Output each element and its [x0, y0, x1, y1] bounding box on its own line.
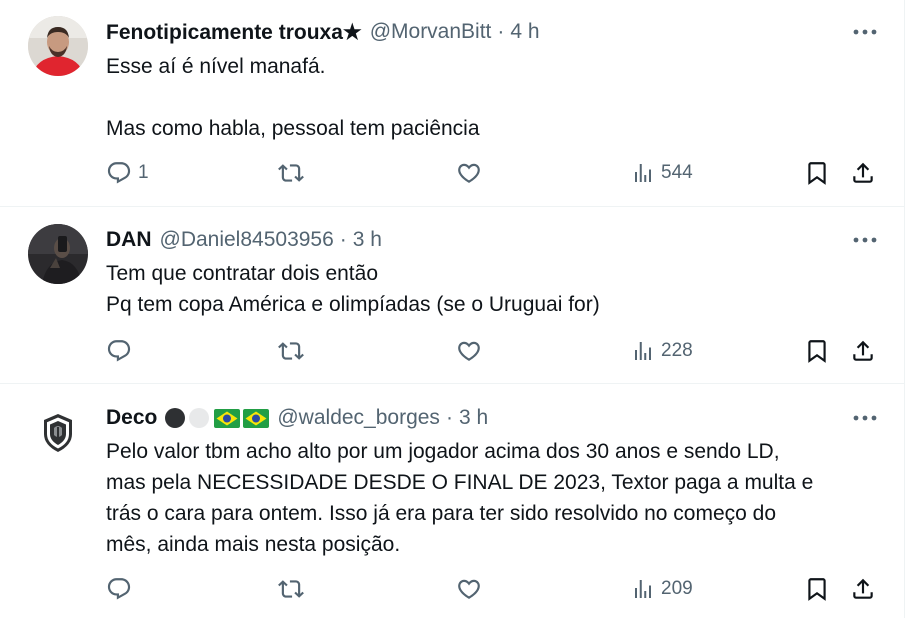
bookmark-icon	[808, 340, 826, 363]
share-icon	[853, 578, 873, 599]
retweet-button[interactable]	[278, 157, 310, 189]
action-bar: 1 544	[106, 157, 886, 189]
user-handle[interactable]: @Daniel84503956	[160, 228, 334, 252]
share-button[interactable]	[850, 335, 876, 367]
tweet-text-line: mês, ainda mais nesta posição.	[106, 533, 401, 556]
display-name[interactable]: Deco	[106, 406, 157, 430]
more-options-icon	[853, 29, 877, 35]
views-button[interactable]: 209	[631, 573, 693, 605]
tweet-text: Esse aí é nível manafá. Mas como habla, …	[106, 51, 866, 144]
tweet-text-line: Pq tem copa América e olimpíadas (se o U…	[106, 293, 600, 316]
tweet-text-line: Mas como habla, pessoal tem paciência	[106, 117, 480, 140]
tweet-text: Pelo valor tbm acho alto por um jogador …	[106, 436, 866, 560]
views-button[interactable]: 228	[631, 335, 693, 367]
avatar[interactable]	[28, 402, 88, 462]
like-icon	[458, 341, 480, 361]
action-bar: 228	[106, 335, 886, 367]
view-count: 209	[661, 578, 693, 599]
retweet-button[interactable]	[278, 573, 310, 605]
retweet-icon	[278, 580, 304, 598]
reply-button[interactable]	[106, 335, 138, 367]
separator-dot: ·	[339, 228, 347, 251]
views-icon	[635, 164, 651, 182]
tweet-text-line: trás o cara para ontem. Isso já era para…	[106, 502, 777, 525]
tweet-text-line	[106, 82, 866, 113]
avatar-photo	[28, 224, 88, 284]
tweet-text-line: Tem que contratar dois então	[106, 262, 378, 285]
reply-icon	[107, 340, 131, 362]
share-icon	[853, 340, 873, 361]
views-icon	[635, 342, 651, 360]
like-icon	[458, 579, 480, 599]
view-count: 228	[661, 340, 693, 361]
retweet-icon	[278, 164, 304, 182]
display-name[interactable]: DAN	[106, 228, 152, 252]
avatar[interactable]	[28, 16, 88, 76]
view-count: 544	[661, 162, 693, 183]
more-options-button[interactable]	[848, 18, 882, 46]
separator-dot: ·	[497, 20, 505, 43]
bookmark-icon	[808, 162, 826, 185]
brazil-flag-emoji	[214, 408, 241, 428]
tweet-text-line: Esse aí é nível manafá.	[106, 55, 326, 78]
tweet[interactable]: Fenotipicamente trouxa★ @MorvanBitt · 4 …	[0, 0, 904, 207]
share-icon	[853, 162, 873, 183]
retweet-button[interactable]	[278, 335, 310, 367]
bookmark-button[interactable]	[804, 573, 830, 605]
timestamp[interactable]: 4 h	[510, 20, 539, 44]
avatar[interactable]	[28, 224, 88, 284]
more-options-button[interactable]	[848, 404, 882, 432]
retweet-icon	[278, 342, 304, 360]
tweet-text-line: Pelo valor tbm acho alto por um jogador …	[106, 440, 780, 463]
bookmark-button[interactable]	[804, 157, 830, 189]
brazil-flag-emoji	[243, 408, 270, 428]
bookmark-icon	[808, 578, 826, 601]
share-button[interactable]	[850, 157, 876, 189]
tweet-text-line: mas pela NECESSIDADE DESDE O FINAL DE 20…	[106, 471, 814, 494]
reply-count: 1	[138, 162, 149, 183]
reply-icon	[107, 578, 131, 600]
like-button[interactable]	[456, 335, 488, 367]
tweet-text: Tem que contratar dois então Pq tem copa…	[106, 258, 866, 320]
user-handle[interactable]: @waldec_borges	[277, 406, 440, 430]
user-handle[interactable]: @MorvanBitt	[370, 20, 492, 44]
timestamp[interactable]: 3 h	[459, 406, 488, 430]
reply-feed: Fenotipicamente trouxa★ @MorvanBitt · 4 …	[0, 0, 905, 618]
tweet[interactable]: DAN @Daniel84503956 · 3 h Tem que contra…	[0, 207, 904, 384]
black-circle-emoji	[165, 408, 186, 428]
tweet-header: Fenotipicamente trouxa★ @MorvanBitt · 4 …	[106, 18, 540, 46]
bookmark-button[interactable]	[804, 335, 830, 367]
views-button[interactable]: 544	[631, 157, 693, 189]
avatar-photo	[28, 16, 88, 76]
white-circle-emoji	[189, 408, 210, 428]
like-button[interactable]	[456, 157, 488, 189]
shield-logo-icon	[28, 402, 88, 462]
tweet-header: DAN @Daniel84503956 · 3 h	[106, 226, 382, 254]
like-icon	[458, 163, 480, 183]
views-icon	[635, 580, 651, 598]
reply-button[interactable]: 1	[106, 157, 149, 189]
tweet[interactable]: Deco @waldec_borges · 3 h Pelo valor tbm…	[0, 384, 904, 618]
display-name[interactable]: Fenotipicamente trouxa★	[106, 20, 362, 45]
tweet-header: Deco @waldec_borges · 3 h	[106, 404, 488, 432]
more-options-button[interactable]	[848, 226, 882, 254]
action-bar: 209	[106, 573, 886, 605]
more-options-icon	[853, 237, 877, 243]
like-button[interactable]	[456, 573, 488, 605]
share-button[interactable]	[850, 573, 876, 605]
reply-icon	[107, 162, 131, 184]
timestamp[interactable]: 3 h	[353, 228, 382, 252]
reply-button[interactable]	[106, 573, 138, 605]
separator-dot: ·	[445, 406, 453, 429]
more-options-icon	[853, 415, 877, 421]
